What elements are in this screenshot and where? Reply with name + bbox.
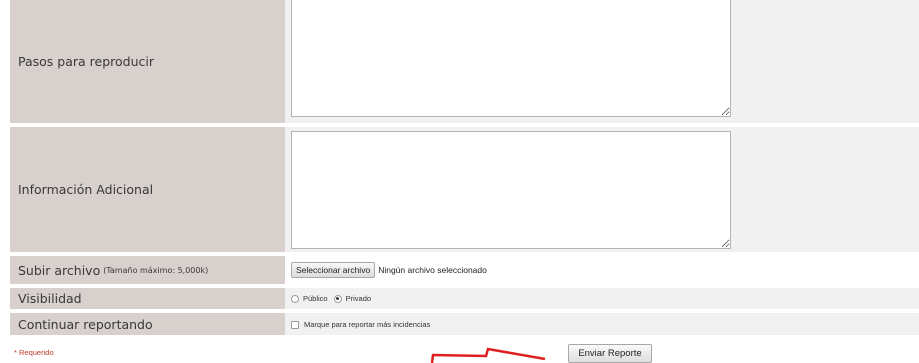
steps-value-cell: [285, 0, 919, 123]
file-input: Seleccionar archivo Ningún archivo selec…: [291, 262, 487, 278]
steps-label: Pasos para reproducir: [18, 54, 154, 69]
info-value-cell: [285, 127, 919, 252]
info-label: Información Adicional: [18, 182, 154, 197]
private-radio[interactable]: [333, 294, 342, 303]
visibility-label-cell: Visibilidad: [10, 288, 285, 309]
visibility-row: Visibilidad Público Privado: [10, 288, 919, 311]
continue-checkbox-group: Marque para reportar más incidencias: [291, 320, 430, 329]
visibility-value-cell: Público Privado: [285, 288, 919, 309]
info-row: Información Adicional: [10, 127, 919, 254]
continue-value-cell: Marque para reportar más incidencias: [285, 313, 919, 335]
steps-textarea[interactable]: [291, 0, 731, 117]
continue-label-cell: Continuar reportando: [10, 313, 285, 335]
file-status: Ningún archivo seleccionado: [378, 265, 487, 275]
required-note: * Requerido: [14, 348, 54, 357]
visibility-label: Visibilidad: [18, 291, 82, 306]
steps-label-cell: Pasos para reproducir: [10, 0, 285, 123]
continue-checkbox[interactable]: [291, 320, 299, 329]
file-label: Subir archivo: [18, 262, 101, 278]
visibility-radio-group: Público Privado: [291, 294, 377, 303]
info-label-cell: Información Adicional: [10, 127, 285, 252]
continue-row: Continuar reportando Marque para reporta…: [10, 313, 919, 337]
continue-checkbox-label[interactable]: Marque para reportar más incidencias: [304, 320, 430, 329]
choose-file-button[interactable]: Seleccionar archivo: [291, 262, 376, 278]
info-textarea[interactable]: [291, 131, 731, 249]
submit-report-button[interactable]: Enviar Reporte: [568, 344, 652, 363]
public-radio[interactable]: [291, 294, 299, 303]
file-value-cell: Seleccionar archivo Ningún archivo selec…: [285, 256, 919, 284]
file-size-note: (Tamaño máximo: 5,000k): [103, 265, 209, 275]
public-radio-label[interactable]: Público: [303, 294, 328, 303]
steps-row: Pasos para reproducir: [10, 0, 919, 125]
red-arrow-annotation: [430, 347, 546, 363]
continue-label: Continuar reportando: [18, 316, 153, 332]
file-row: Subir archivo (Tamaño máximo: 5,000k) Se…: [10, 256, 919, 286]
private-radio-label[interactable]: Privado: [346, 294, 371, 303]
file-label-cell: Subir archivo (Tamaño máximo: 5,000k): [10, 256, 285, 284]
